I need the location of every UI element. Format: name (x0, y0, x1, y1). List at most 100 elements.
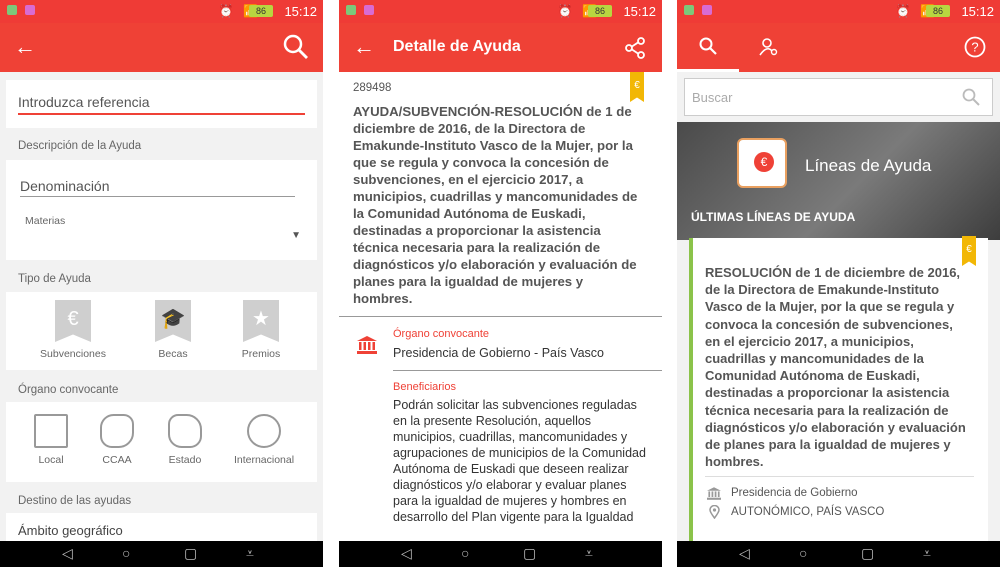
status-bar: ⏰ 📶 86 15:12 (0, 0, 323, 23)
tipo-label-text: Becas (158, 348, 188, 360)
user-search-icon[interactable] (759, 37, 779, 57)
back-arrow-icon[interactable]: ← (14, 34, 36, 60)
page-title: Detalle de Ayuda (393, 38, 521, 55)
help-icon[interactable]: ? (964, 36, 986, 58)
banner-title: Líneas de Ayuda (805, 156, 932, 175)
nav-menu-icon[interactable]: ⩡ (585, 545, 593, 562)
reference-number: 289498 (353, 82, 392, 94)
status-bar: ⏰ 📶 86 15:12 (339, 0, 662, 23)
tipo-label: Tipo de Ayuda (18, 273, 91, 285)
euro-badge: € (630, 72, 644, 102)
star-icon: ★ (243, 300, 279, 342)
search-icon (699, 37, 717, 55)
nav-recents-icon[interactable]: ▢ (861, 545, 874, 562)
detail-heading: AYUDA/SUBVENCIÓN-RESOLUCIÓN de 1 de dici… (353, 104, 638, 306)
organo-ccaa[interactable]: CCAA (84, 414, 150, 466)
section-title: ÚLTIMAS LÍNEAS DE AYUDA (691, 210, 856, 224)
nav-home-icon[interactable]: ○ (122, 545, 130, 561)
organo-field-value: Presidencia de Gobierno - País Vasco (393, 346, 604, 360)
ambito-label[interactable]: Ámbito geográfico (18, 523, 123, 538)
back-arrow-icon[interactable]: ← (353, 34, 375, 60)
organo-local[interactable]: Local (18, 414, 84, 466)
organo-estado[interactable]: Estado (152, 414, 218, 466)
denominacion-input[interactable]: Denominación (20, 178, 295, 197)
system-nav-bar: ◁ ○ ▢ ⩡ (677, 541, 1000, 567)
materias-label: Materias (25, 215, 66, 227)
organo-label-text: Local (38, 454, 64, 466)
share-icon[interactable] (624, 37, 646, 59)
app-logo: € (737, 138, 787, 188)
nav-menu-icon[interactable]: ⩡ (923, 545, 931, 562)
divider (705, 476, 974, 477)
detail-screen: ⏰ 📶 86 15:12 ← Detalle de Ayuda € 289498… (339, 0, 662, 567)
nav-back-icon[interactable]: ◁ (739, 545, 750, 562)
tipo-premios[interactable]: ★ Premios (216, 300, 306, 360)
organo-label: Órgano convocante (18, 384, 119, 396)
clock: 15:12 (284, 4, 317, 19)
app-bar: ← (0, 23, 323, 72)
description-label: Descripción de la Ayuda (18, 140, 142, 152)
euro-badge: € (962, 236, 976, 266)
divider (339, 316, 662, 317)
town-icon (34, 414, 68, 448)
destino-card: Ámbito geográfico (6, 513, 317, 543)
search-bar[interactable]: Buscar (684, 78, 993, 116)
banner: € Líneas de Ayuda ÚLTIMAS LÍNEAS DE AYUD… (677, 122, 1000, 240)
nav-back-icon[interactable]: ◁ (62, 545, 73, 562)
nav-recents-icon[interactable]: ▢ (184, 545, 197, 562)
battery-level: 86 (249, 5, 273, 17)
organo-internacional[interactable]: Internacional (224, 414, 304, 466)
organo-label-text: CCAA (102, 454, 132, 466)
graduation-cap-icon: 🎓 (155, 300, 191, 342)
divider (393, 370, 662, 371)
globe-icon (247, 414, 281, 448)
destino-label: Destino de las ayudas (18, 495, 132, 507)
system-nav-bar: ◁ ○ ▢ ⩡ (339, 541, 662, 567)
reference-card: Introduzca referencia (6, 80, 317, 128)
tab-bar: ? (677, 23, 1000, 72)
home-screen: ⏰ 📶 86 15:12 ? Buscar € Líneas de Ayuda … (677, 0, 1000, 567)
search-icon (962, 88, 980, 106)
battery-level: 86 (588, 5, 612, 17)
tipo-subvenciones[interactable]: € Subvenciones (28, 300, 118, 360)
description-card: Denominación Materias ▼ (6, 160, 317, 260)
country-map-icon (168, 414, 202, 448)
card-ambito: AUTONÓMICO, PAÍS VASCO (731, 506, 885, 518)
organo-label-text: Internacional (233, 454, 295, 466)
tipo-card: € Subvenciones 🎓 Becas ★ Premios (6, 292, 317, 370)
beneficiarios-field-label: Beneficiarios (393, 381, 456, 393)
nav-recents-icon[interactable]: ▢ (523, 545, 536, 562)
search-icon[interactable] (283, 34, 309, 60)
region-map-icon (100, 414, 134, 448)
search-input[interactable]: Buscar (692, 90, 732, 105)
materias-select[interactable]: ▼ (20, 228, 303, 250)
nav-home-icon[interactable]: ○ (461, 545, 469, 561)
organo-card: Local CCAA Estado Internacional (6, 402, 317, 482)
card-text: RESOLUCIÓN de 1 de diciembre de 2016, de… (705, 265, 966, 470)
nav-home-icon[interactable]: ○ (799, 545, 807, 561)
clock: 15:12 (961, 4, 994, 19)
chevron-down-icon: ▼ (291, 230, 301, 241)
tipo-label-text: Subvenciones (40, 348, 106, 360)
tipo-label-text: Premios (241, 348, 281, 360)
tab-search[interactable] (677, 23, 739, 72)
nav-back-icon[interactable]: ◁ (401, 545, 412, 562)
aid-card[interactable]: € RESOLUCIÓN de 1 de diciembre de 2016, … (689, 236, 988, 542)
nav-menu-icon[interactable]: ⩡ (246, 545, 254, 562)
organo-label-text: Estado (168, 454, 202, 466)
tipo-becas[interactable]: 🎓 Becas (128, 300, 218, 360)
euro-icon: € (55, 300, 91, 342)
institution-icon (707, 487, 721, 500)
institution-icon (357, 336, 377, 354)
app-bar: ← Detalle de Ayuda (339, 23, 662, 72)
status-bar: ⏰ 📶 86 15:12 (677, 0, 1000, 23)
location-pin-icon (709, 505, 720, 519)
card-organo: Presidencia de Gobierno (731, 487, 858, 499)
search-screen: ⏰ 📶 86 15:12 ← Introduzca referencia Des… (0, 0, 323, 567)
reference-input[interactable]: Introduzca referencia (18, 94, 305, 115)
system-nav-bar: ◁ ○ ▢ ⩡ (0, 541, 323, 567)
svg-text:?: ? (971, 40, 978, 55)
euro-icon: € (754, 152, 774, 172)
battery-level: 86 (926, 5, 950, 17)
organo-field-label: Órgano convocante (393, 328, 490, 340)
